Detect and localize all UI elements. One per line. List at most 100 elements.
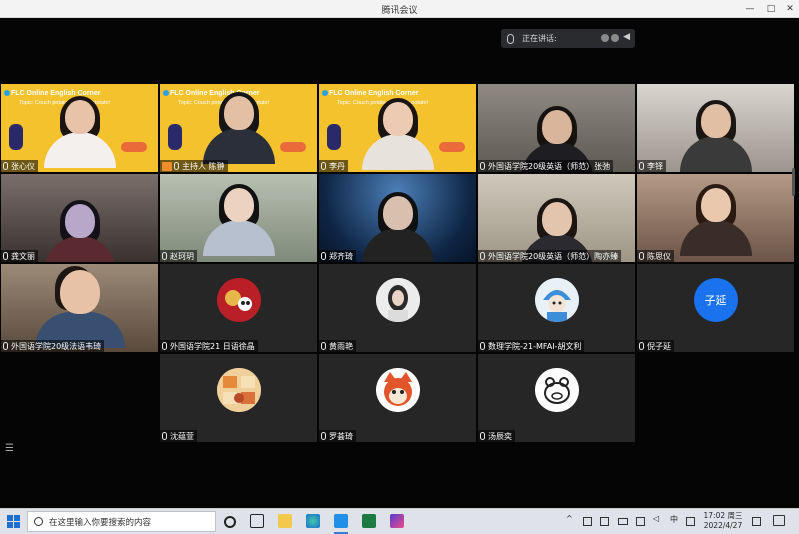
participant-nameplate: 主持人 陈翀 — [160, 160, 228, 172]
participant-tile[interactable]: 外国语学院20级法语韦琦 — [1, 264, 158, 352]
collapse-icon[interactable]: ◀ — [623, 32, 630, 42]
volume-icon[interactable]: ◁ — [653, 514, 659, 523]
microphone-icon — [321, 432, 326, 440]
participant-name: 外国语学院21 日语徐晶 — [170, 341, 255, 351]
participant-nameplate: 沈蕴萱 — [160, 430, 197, 442]
excel-icon[interactable] — [362, 514, 376, 528]
microphone-icon — [162, 432, 167, 440]
taskbar-clock[interactable]: 17:02 周三 2022/4/27 — [700, 511, 746, 531]
logo-icon — [4, 90, 10, 96]
participant-name: 倪子延 — [647, 341, 671, 351]
participant-nameplate: 张心仪 — [1, 160, 38, 172]
participant-name: 主持人 陈翀 — [182, 161, 225, 171]
participant-tile[interactable]: 沈蕴萱 — [160, 354, 317, 442]
banner-decoration — [439, 142, 465, 152]
participant-tile[interactable]: 子延 倪子延 — [637, 264, 794, 352]
participant-tile[interactable]: 外国语学院20级英语（师范）张弛 — [478, 84, 635, 172]
banner-decoration — [168, 124, 182, 150]
logo-icon — [163, 90, 169, 96]
logo-icon — [322, 90, 328, 96]
participant-tile[interactable]: FLC Online English Corner Topic: Couch p… — [319, 84, 476, 172]
participant-tile[interactable]: 黄雨艳 — [319, 264, 476, 352]
microphone-icon — [321, 162, 326, 170]
task-view-icon[interactable] — [250, 514, 264, 528]
participant-tile[interactable]: 罗荟琦 — [319, 354, 476, 442]
cortana-icon[interactable] — [224, 516, 236, 528]
edge-browser-icon[interactable] — [306, 514, 320, 528]
participant-tile[interactable]: 汤辰奕 — [478, 354, 635, 442]
participant-nameplate: 外国语学院21 日语徐晶 — [160, 340, 258, 352]
ime-indicator[interactable]: 中 — [670, 514, 678, 525]
banner-decoration — [327, 124, 341, 150]
microphone-icon — [480, 342, 485, 350]
participant-nameplate: 黄雨艳 — [319, 340, 356, 352]
participant-video — [361, 192, 434, 262]
network-icon[interactable] — [636, 517, 645, 526]
taskbar: 在这里输入你要搜索的内容 ^ ◁ 中 17:02 周三 2022/4/27 — [0, 508, 799, 534]
participant-name: 郑齐琦 — [329, 251, 353, 261]
notification-icon[interactable] — [773, 515, 785, 526]
participant-tile[interactable]: FLC Online English Corner Topic: Couch p… — [1, 84, 158, 172]
participant-video — [202, 92, 275, 164]
microphone-icon — [480, 162, 485, 170]
participant-nameplate: 郑齐琦 — [319, 250, 356, 262]
tray-app-icon[interactable] — [583, 517, 592, 526]
ime-mode-icon[interactable] — [686, 517, 695, 526]
participant-avatar — [534, 278, 579, 322]
participant-name: 陈思仪 — [647, 251, 671, 261]
tray-app-icon[interactable] — [600, 517, 609, 526]
minimize-button[interactable]: — — [741, 0, 759, 18]
search-placeholder: 在这里输入你要搜索的内容 — [49, 517, 152, 528]
search-icon — [34, 517, 43, 526]
video-grid: FLC Online English Corner Topic: Couch p… — [1, 84, 798, 442]
participant-tile[interactable]: 外国语学院20级英语（师范）陶亦臻 — [478, 174, 635, 262]
windows-start-icon[interactable] — [7, 515, 20, 528]
chevron-up-icon[interactable]: ^ — [566, 514, 573, 523]
participant-tile[interactable]: FLC Online English Corner Topic: Couch p… — [160, 84, 317, 172]
participant-name: 外国语学院20级法语韦琦 — [11, 341, 102, 351]
speaking-indicator[interactable]: 正在讲话: ◀ — [501, 29, 635, 48]
participant-name: 汤辰奕 — [488, 431, 512, 441]
participant-name: 赵珂玥 — [170, 251, 194, 261]
participant-tile[interactable]: 李铎 — [637, 84, 794, 172]
participant-name: 罗荟琦 — [329, 431, 353, 441]
file-explorer-icon[interactable] — [278, 514, 292, 528]
maximize-button[interactable]: □ — [762, 0, 780, 18]
participant-name: 外国语学院20级英语（师范）陶亦臻 — [488, 251, 619, 261]
title-bar: 腾讯会议 — □ ✕ — [0, 0, 799, 18]
banner-decoration — [9, 124, 23, 150]
microphone-icon — [321, 252, 326, 260]
menu-icon[interactable]: ☰ — [5, 443, 14, 454]
window-title: 腾讯会议 — [381, 6, 418, 16]
microphone-icon — [162, 342, 167, 350]
participant-video — [679, 184, 752, 256]
close-button[interactable]: ✕ — [781, 0, 799, 18]
meeting-area: 正在讲话: ◀ FLC Online English Corner Topic:… — [0, 18, 799, 508]
participant-nameplate: 赵珂玥 — [160, 250, 197, 262]
participant-video — [34, 266, 125, 348]
participant-tile[interactable]: 赵珂玥 — [160, 174, 317, 262]
microphone-icon — [639, 162, 644, 170]
participant-tile[interactable]: 龚文丽 — [1, 174, 158, 262]
participant-tile[interactable]: 数理学院-21-MFAI-胡文利 — [478, 264, 635, 352]
participant-video — [202, 184, 275, 256]
tencent-meeting-icon[interactable] — [334, 514, 348, 528]
participant-nameplate: 李丹 — [319, 160, 348, 172]
microphone-icon — [174, 162, 179, 170]
participant-avatar — [216, 278, 261, 322]
microphone-icon — [639, 342, 644, 350]
banner-decoration — [280, 142, 306, 152]
participant-avatar — [375, 368, 420, 412]
battery-icon[interactable] — [618, 518, 628, 525]
app-icon[interactable] — [390, 514, 404, 528]
participant-nameplate: 外国语学院20级英语（师范）张弛 — [478, 160, 614, 172]
participant-tile[interactable]: 外国语学院21 日语徐晶 — [160, 264, 317, 352]
scroll-handle[interactable] — [792, 168, 795, 196]
tray-app-icon[interactable] — [752, 517, 761, 526]
participant-tile[interactable]: 郑齐琦 — [319, 174, 476, 262]
participant-tile[interactable]: 陈思仪 — [637, 174, 794, 262]
microphone-icon — [3, 252, 8, 260]
participant-nameplate: 李铎 — [637, 160, 666, 172]
microphone-icon — [480, 252, 485, 260]
taskbar-search[interactable]: 在这里输入你要搜索的内容 — [27, 511, 216, 532]
